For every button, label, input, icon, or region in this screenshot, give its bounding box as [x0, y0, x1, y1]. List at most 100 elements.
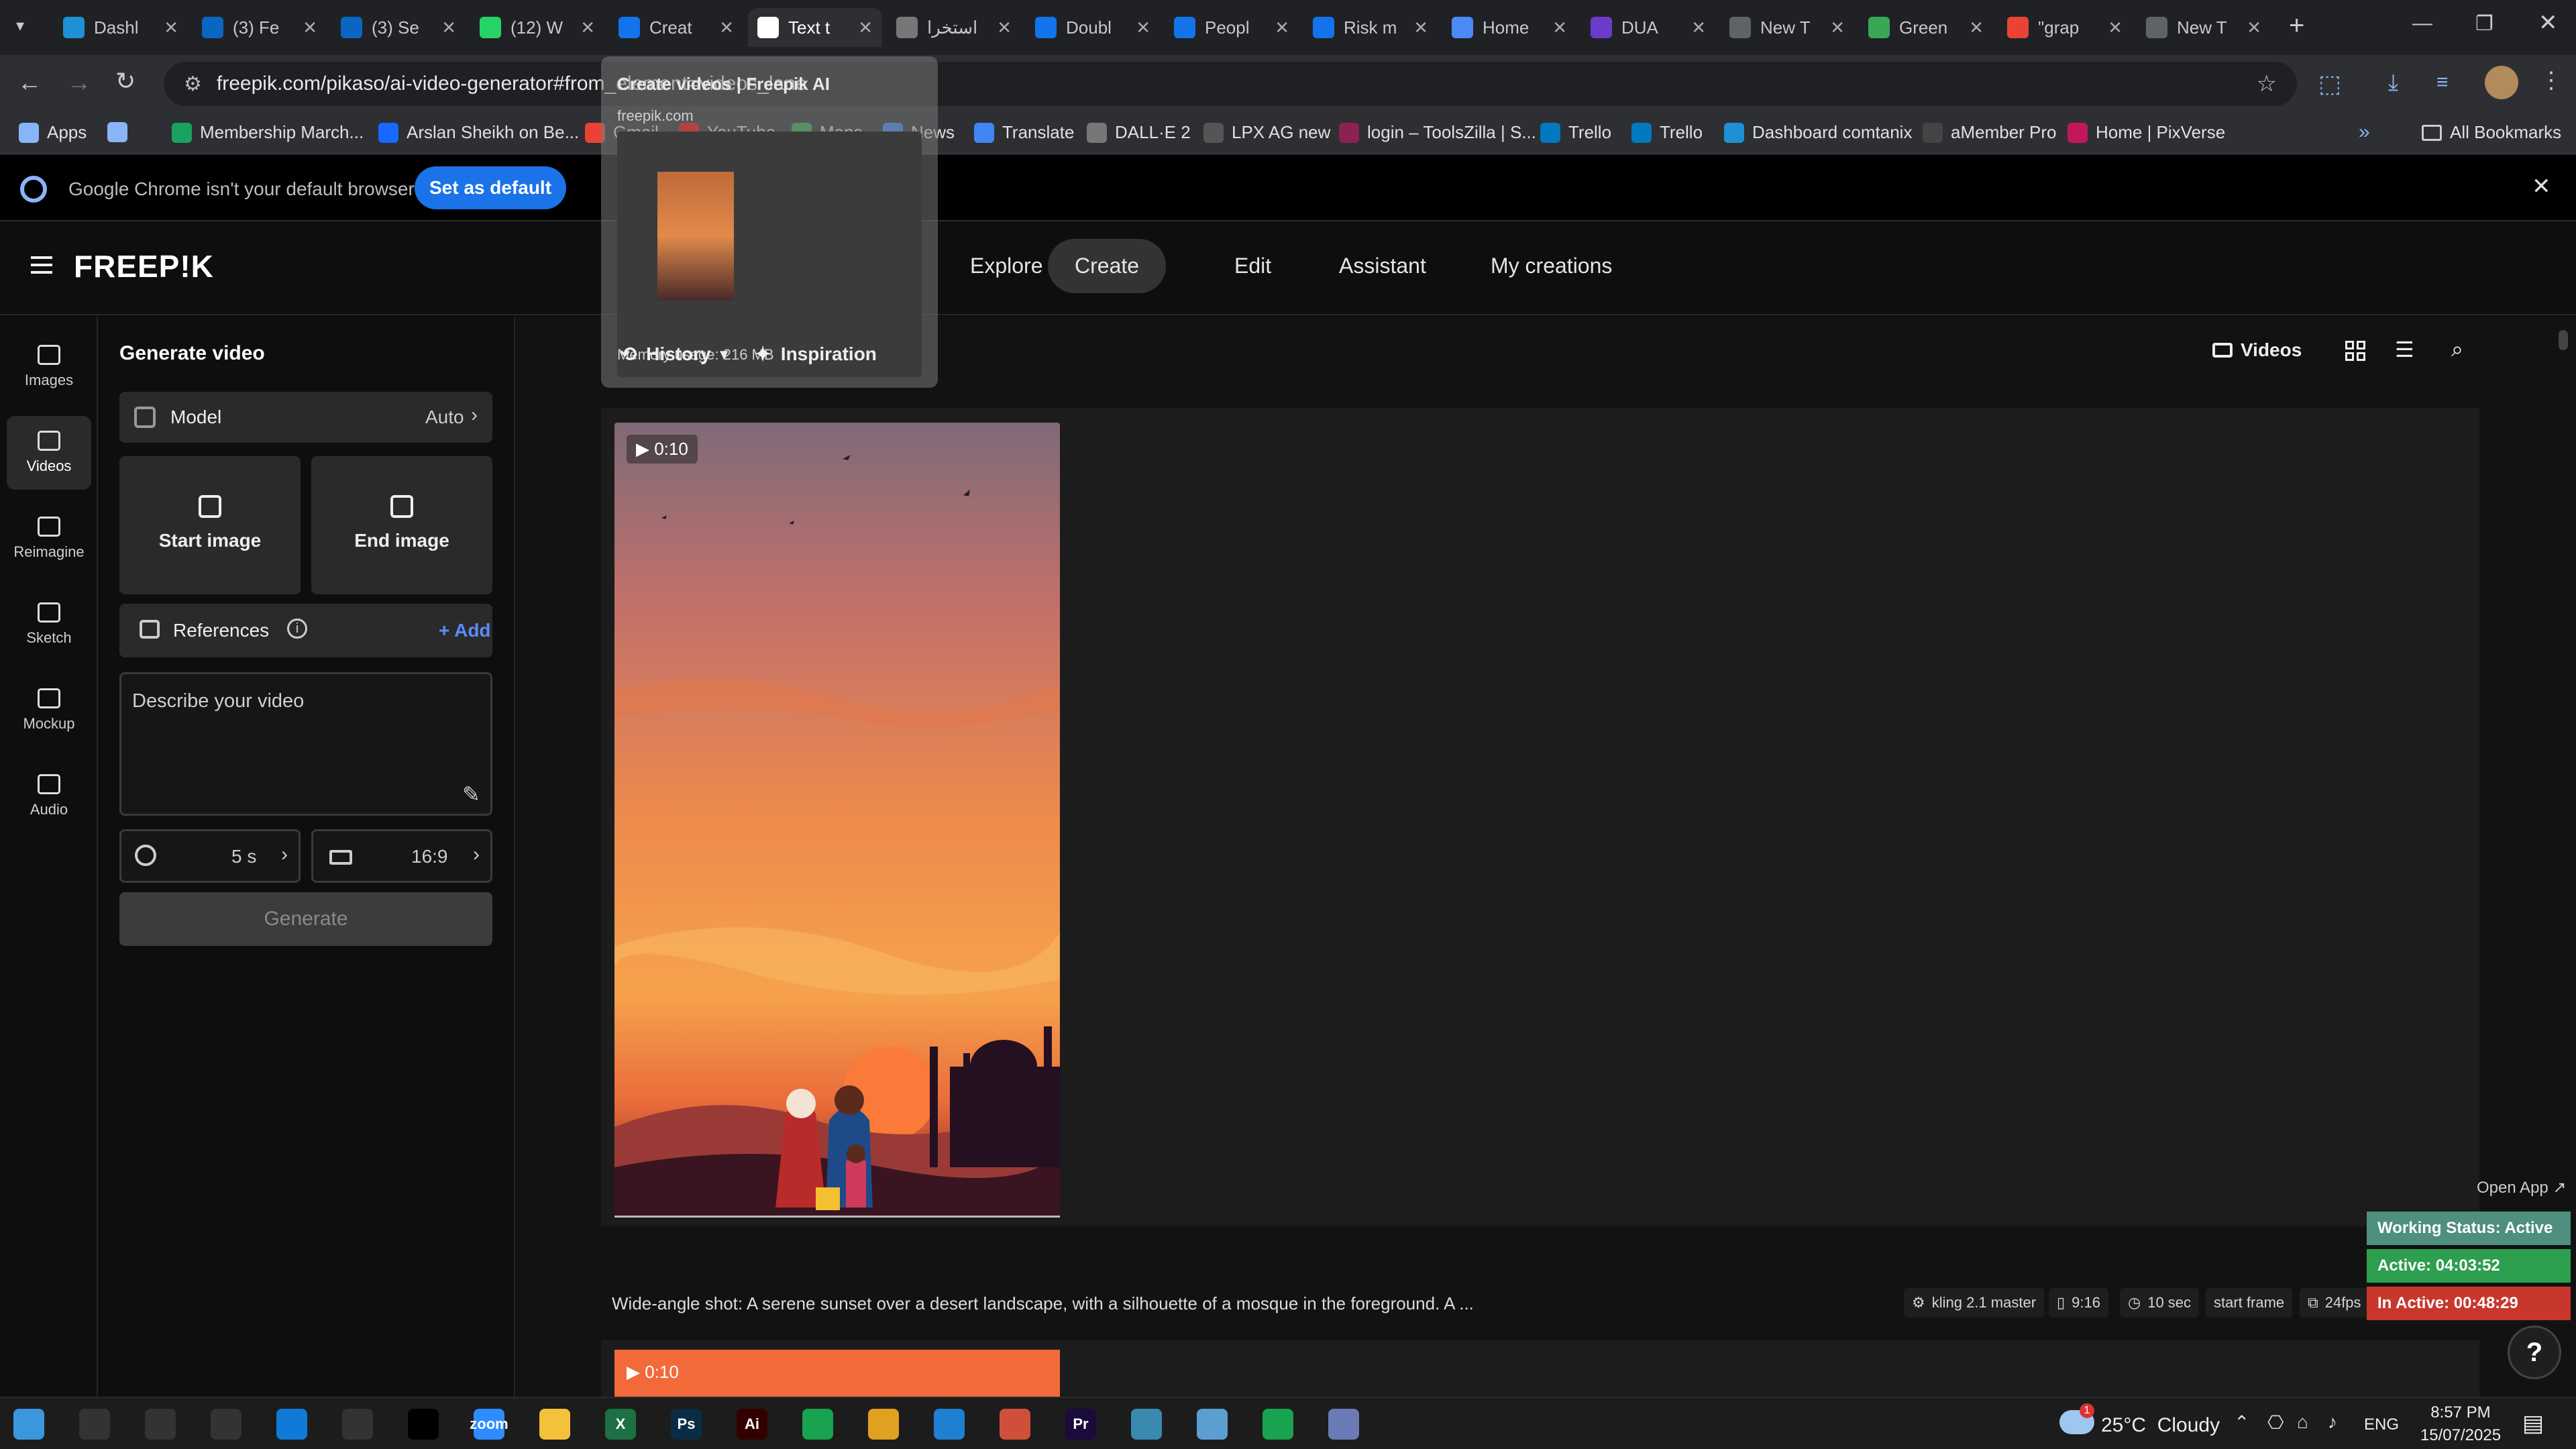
bookmark-item[interactable]: Arslan Sheikh on Be... [378, 122, 579, 143]
nav-edit[interactable]: Edit [1234, 254, 1271, 278]
browser-tab[interactable]: (12) W ✕ [470, 8, 604, 47]
left-nav-audio[interactable]: Audio [7, 759, 91, 833]
left-nav-sketch[interactable]: Sketch [7, 588, 91, 661]
tab-search-chevron-icon[interactable]: ▾ [16, 16, 24, 36]
browser-tab[interactable]: Dashl ✕ [54, 8, 188, 47]
open-app-link[interactable]: Open App ↗ [2477, 1178, 2567, 1197]
bookmark-item[interactable]: Translate [974, 122, 1074, 143]
set-as-default-button[interactable]: Set as default [415, 166, 566, 209]
new-tab-plus-icon[interactable]: + [2289, 11, 2304, 41]
close-tab-icon[interactable]: ✕ [1969, 17, 1984, 38]
left-nav-reimagine[interactable]: Reimagine [7, 502, 91, 576]
search-icon[interactable] [79, 1409, 110, 1440]
browser-tab[interactable]: New T ✕ [2137, 8, 2271, 47]
start-image-upload[interactable]: Start image [119, 456, 301, 594]
browser-tab[interactable]: Risk m ✕ [1303, 8, 1438, 47]
nav-my-creations[interactable]: My creations [1491, 254, 1612, 278]
video-progress-track[interactable] [614, 1216, 1060, 1218]
search-icon[interactable]: ⌕ [2451, 337, 2463, 362]
terminal-icon[interactable] [408, 1409, 439, 1440]
close-tab-icon[interactable]: ✕ [1136, 17, 1150, 38]
back-arrow-icon[interactable]: ← [17, 68, 42, 97]
phone-link-icon-2[interactable] [1263, 1409, 1293, 1440]
video-thumbnail[interactable]: ▶ 0:10 [614, 423, 1060, 1217]
excel-icon[interactable]: X [605, 1409, 636, 1440]
close-tab-icon[interactable]: ✕ [719, 17, 734, 38]
input-language[interactable]: ENG [2364, 1415, 2399, 1434]
app-book-icon[interactable] [1197, 1409, 1228, 1440]
help-button[interactable]: ? [2508, 1326, 2561, 1379]
history-dropdown[interactable]: ⟲ History ▾ [601, 343, 728, 366]
browser-tab[interactable]: (3) Fe ✕ [193, 8, 327, 47]
close-tab-icon[interactable]: ✕ [303, 17, 317, 38]
add-reference-button[interactable]: + Add [439, 620, 491, 641]
nav-create[interactable]: Create [1048, 239, 1167, 293]
chrome-active-icon[interactable] [1000, 1409, 1030, 1440]
media-control-icon[interactable]: ≡ [2436, 71, 2449, 94]
bookmark-item[interactable]: Membership March... [172, 122, 364, 143]
notification-center-icon[interactable]: ▤ [2522, 1410, 2544, 1437]
app-diamond-icon[interactable] [1131, 1409, 1162, 1440]
browser-tab[interactable]: Green ✕ [1859, 8, 1993, 47]
zoom-icon[interactable]: zoom [470, 1409, 508, 1440]
bookmark-item[interactable] [107, 122, 127, 142]
close-tab-icon[interactable]: ✕ [1691, 17, 1706, 38]
prompt-preview-text[interactable]: Wide-angle shot: A serene sunset over a … [612, 1293, 1474, 1314]
videos-filter-button[interactable]: Videos [2212, 339, 2302, 361]
clock-date[interactable]: 15/07/2025 [2415, 1426, 2506, 1445]
photoshop-icon[interactable]: Ps [671, 1409, 702, 1440]
grid-view-icon[interactable] [2345, 341, 2365, 361]
close-tab-icon[interactable]: ✕ [441, 17, 456, 38]
phone-link-icon[interactable] [802, 1409, 833, 1440]
close-tab-icon[interactable]: ✕ [858, 17, 873, 38]
close-tab-icon[interactable]: ✕ [2247, 17, 2261, 38]
browser-tab[interactable]: استخرا ✕ [887, 8, 1021, 47]
generate-button[interactable]: Generate [119, 892, 492, 946]
browser-tab[interactable]: Home ✕ [1442, 8, 1576, 47]
bookmark-item[interactable]: DALL·E 2 [1087, 122, 1191, 143]
network-icon[interactable]: ⌂ [2297, 1411, 2308, 1433]
bookmark-item[interactable]: Apps [19, 122, 87, 143]
left-nav-images[interactable]: Images [7, 330, 91, 404]
volume-icon[interactable]: ♪ [2328, 1411, 2337, 1433]
bookmark-item[interactable]: aMember Pro [1923, 122, 2057, 143]
cortana-icon[interactable] [145, 1409, 176, 1440]
nav-explore[interactable]: Explore [970, 254, 1043, 278]
scrollbar-thumb[interactable] [2559, 330, 2568, 350]
left-nav-mockup[interactable]: Mockup [7, 674, 91, 747]
browser-tab[interactable]: New T ✕ [1720, 8, 1854, 47]
close-tab-icon[interactable]: ✕ [997, 17, 1012, 38]
browser-tab[interactable]: Text t ✕ [748, 8, 882, 47]
premiere-icon[interactable]: Pr [1065, 1409, 1096, 1440]
close-tab-icon[interactable]: ✕ [1552, 17, 1567, 38]
bookmark-item[interactable]: LPX AG new [1203, 122, 1330, 143]
video-thumbnail[interactable]: ▶ 0:10 [614, 1350, 1060, 1397]
nav-assistant[interactable]: Assistant [1339, 254, 1426, 278]
bookmark-item[interactable]: Trello [1631, 122, 1703, 143]
aspect-ratio-selector[interactable]: 16:9 › [311, 829, 492, 883]
model-selector[interactable]: Model Auto › [119, 392, 492, 443]
info-icon[interactable]: i [287, 619, 307, 639]
weather-text[interactable]: 25°C Cloudy [2101, 1414, 2220, 1437]
task-view-icon[interactable] [211, 1409, 241, 1440]
freepik-logo[interactable]: FREEP!K [74, 248, 214, 284]
browser-tab[interactable]: (3) Se ✕ [331, 8, 466, 47]
close-tab-icon[interactable]: ✕ [1413, 17, 1428, 38]
close-tab-icon[interactable]: ✕ [1275, 17, 1289, 38]
site-info-icon[interactable]: ⚙ [184, 72, 202, 96]
illustrator-icon[interactable]: Ai [737, 1409, 767, 1440]
address-bar[interactable]: ⚙ freepik.com/pikaso/ai-video-generator#… [164, 62, 2297, 106]
edge-icon[interactable] [276, 1409, 307, 1440]
end-image-upload[interactable]: End image [311, 456, 492, 594]
browser-tab[interactable]: Doubl ✕ [1026, 8, 1160, 47]
browser-tab[interactable]: Creat ✕ [609, 8, 743, 47]
restore-window-icon[interactable]: ❐ [2475, 12, 2493, 36]
start-icon[interactable] [13, 1409, 44, 1440]
browser-tab[interactable]: DUA ✕ [1581, 8, 1715, 47]
close-tab-icon[interactable]: ✕ [2108, 17, 2123, 38]
tray-chevron-up-icon[interactable]: ⌃ [2234, 1411, 2249, 1434]
inspiration-button[interactable]: ✦ Inspiration [755, 343, 877, 366]
pen-icon[interactable] [342, 1409, 373, 1440]
bookmark-item[interactable]: login – ToolsZilla | S... [1339, 122, 1536, 143]
prompt-textarea[interactable]: Describe your video ✎ [119, 672, 492, 816]
